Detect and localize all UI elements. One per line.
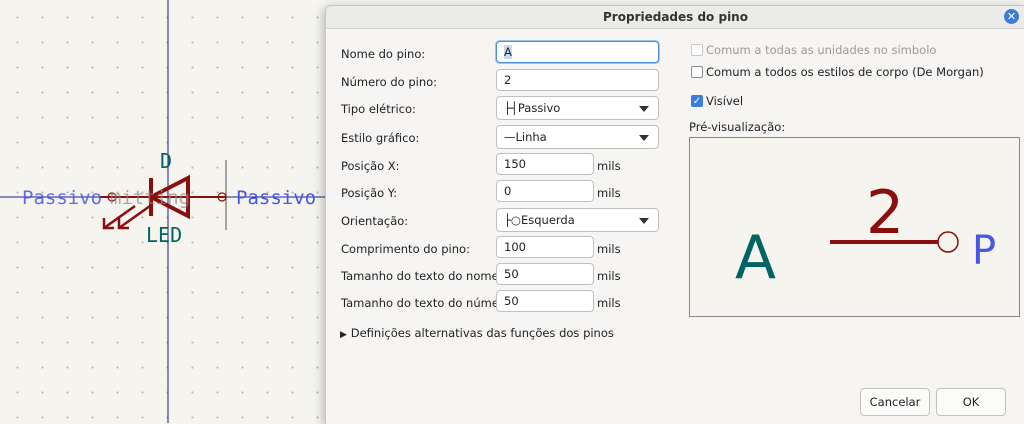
orientation-left-icon: ├○	[504, 213, 521, 227]
alt-functions-label: Definições alternativas das funções dos …	[350, 326, 614, 340]
passive-type-icon: ├┤	[504, 101, 518, 115]
line-style-icon: —	[504, 130, 516, 144]
pos-y-label: Posição Y:	[341, 186, 398, 200]
number-size-label: Tamanho do texto do número:	[341, 296, 515, 310]
pos-x-input[interactable]: 150	[496, 153, 594, 175]
visible-label: Visível	[706, 94, 744, 108]
symbol-name-ghost: mitting	[110, 187, 190, 209]
electrical-type-select[interactable]: ├┤Passivo	[496, 96, 659, 120]
cancel-button[interactable]: Cancelar	[860, 388, 930, 416]
name-size-unit: mils	[597, 269, 621, 283]
pos-y-unit: mils	[597, 186, 621, 200]
triangle-right-icon: ▶	[340, 330, 347, 340]
pin-length-label: Comprimento do pino:	[341, 242, 470, 256]
pos-y-input[interactable]: 0	[496, 180, 594, 202]
ok-button[interactable]: OK	[936, 388, 1006, 416]
electrical-type-label: Tipo elétrico:	[341, 102, 416, 116]
preview-label: Pré-visualização:	[689, 120, 786, 134]
chevron-down-icon	[639, 135, 649, 141]
pin-number-label: Número do pino:	[341, 75, 438, 89]
dialog-title: Propriedades do pino	[603, 10, 748, 24]
reference-designator: D	[160, 149, 172, 173]
orientation-label: Orientação:	[341, 214, 409, 228]
preview-pin-type: P	[972, 228, 996, 274]
common-demorgan-label: Comum a todos os estilos de corpo (De Mo…	[706, 65, 984, 79]
chevron-down-icon	[639, 218, 649, 224]
graphic-style-label: Estilo gráfico:	[341, 131, 420, 145]
pin-preview: A 2 P	[689, 137, 1020, 317]
number-size-input[interactable]: 50	[496, 290, 594, 312]
visible-checkbox[interactable]: ✓	[691, 95, 703, 107]
graphic-style-select[interactable]: —Linha	[496, 125, 659, 149]
pin-name-label: Nome do pino:	[341, 47, 426, 61]
preview-pin-name: A	[735, 223, 776, 293]
value-label: LED	[146, 223, 182, 247]
preview-pin-circle	[937, 231, 959, 253]
pin-length-input[interactable]: 100	[496, 236, 594, 258]
pos-x-label: Posição X:	[341, 159, 400, 173]
close-icon[interactable]: ✕	[1004, 9, 1019, 24]
pin-type-right: Passivo	[236, 187, 316, 209]
orientation-select[interactable]: ├○Esquerda	[496, 208, 659, 232]
common-demorgan-checkbox[interactable]	[691, 66, 703, 78]
pin-length-unit: mils	[597, 242, 621, 256]
chevron-down-icon	[639, 106, 649, 112]
name-size-label: Tamanho do texto do nome:	[341, 269, 503, 283]
number-size-unit: mils	[597, 296, 621, 310]
pin-number-input[interactable]: 2	[496, 69, 659, 91]
preview-pin-number: 2	[866, 178, 904, 248]
dialog-titlebar[interactable]: Propriedades do pino ✕	[326, 6, 1024, 29]
name-size-input[interactable]: 50	[496, 263, 594, 285]
common-units-label: Comum a todas as unidades no símbolo	[706, 43, 937, 57]
preview-drawing: A 2 P	[735, 178, 996, 293]
pos-x-unit: mils	[597, 159, 621, 173]
pin-type-left: Passivo	[22, 187, 102, 209]
pin-name-input[interactable]: A	[496, 41, 659, 63]
common-units-checkbox[interactable]	[691, 44, 703, 56]
pin-properties-dialog: Propriedades do pino ✕ Nome do pino: A N…	[325, 5, 1024, 424]
alt-functions-expander[interactable]: ▶ Definições alternativas das funções do…	[340, 326, 614, 340]
